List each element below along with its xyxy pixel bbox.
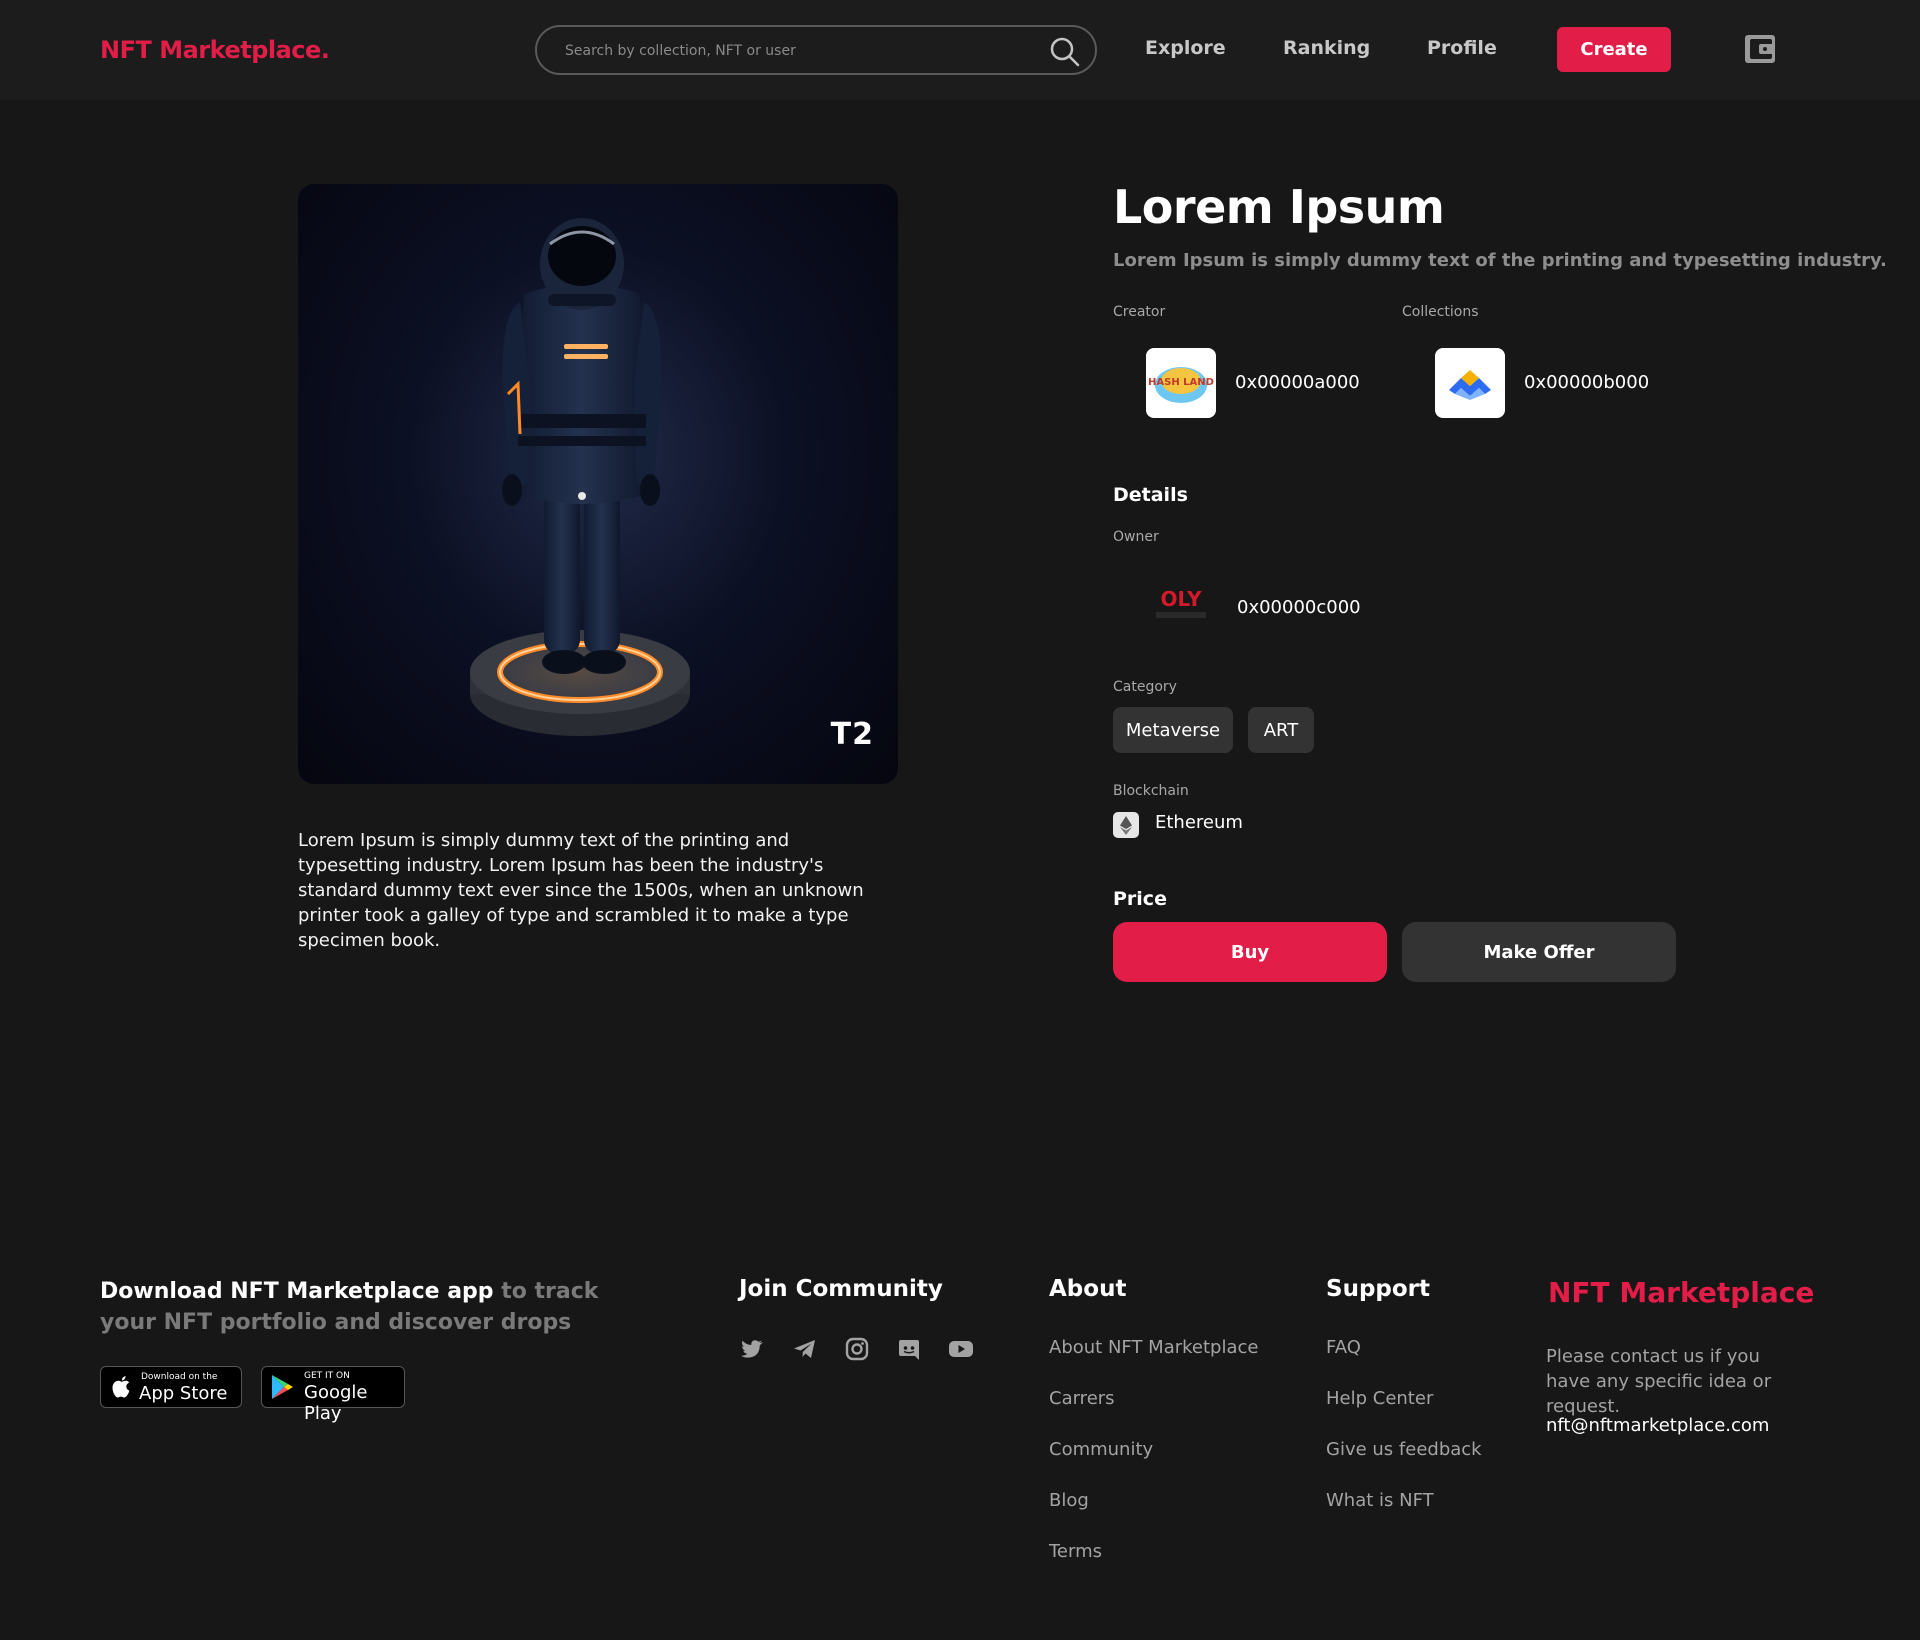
footer-link-about[interactable]: About NFT Marketplace [1049, 1337, 1258, 1358]
owner-address[interactable]: 0x00000c000 [1237, 597, 1361, 618]
site-logo[interactable]: NFT Marketplace. [100, 36, 330, 64]
footer-link-faq[interactable]: FAQ [1326, 1337, 1361, 1358]
footer-app-title: Download NFT Marketplace app [100, 1279, 494, 1304]
app-store-badge[interactable]: Download on the App Store [100, 1366, 242, 1408]
item-subtitle: Lorem Ipsum is simply dummy text of the … [1113, 250, 1887, 271]
community-heading: Join Community [739, 1276, 943, 1302]
discord-icon[interactable] [896, 1336, 922, 1362]
apple-icon [112, 1376, 130, 1398]
search-bar[interactable] [535, 25, 1097, 75]
category-label: Category [1113, 679, 1177, 695]
footer-link-what-is-nft[interactable]: What is NFT [1326, 1490, 1434, 1511]
search-input[interactable] [565, 39, 1025, 63]
search-icon[interactable] [1049, 36, 1081, 68]
owner-label: Owner [1113, 529, 1159, 545]
footer-email-link[interactable]: nft@nftmarketplace.com [1546, 1415, 1769, 1436]
google-play-icon [272, 1375, 293, 1399]
artwork-tag: T2 [830, 717, 874, 752]
collections-label: Collections [1402, 304, 1479, 320]
footer-link-blog[interactable]: Blog [1049, 1490, 1089, 1511]
category-chip-metaverse[interactable]: Metaverse [1113, 707, 1233, 753]
nft-artwork[interactable]: T2 [298, 184, 898, 784]
buy-button[interactable]: Buy [1113, 922, 1387, 982]
footer-link-feedback[interactable]: Give us feedback [1326, 1439, 1482, 1460]
footer-link-community[interactable]: Community [1049, 1439, 1153, 1460]
creator-logo-text: HASH LAND [1148, 377, 1214, 388]
owner-logo-text: OLY [1160, 587, 1202, 611]
blockchain-label: Blockchain [1113, 783, 1189, 799]
support-heading: Support [1326, 1276, 1431, 1302]
app-store-big-text: App Store [139, 1383, 228, 1404]
footer-link-terms[interactable]: Terms [1049, 1541, 1102, 1562]
astronaut-illustration [470, 218, 690, 736]
owner-avatar[interactable]: OLY [1146, 572, 1216, 642]
collection-avatar[interactable] [1435, 348, 1505, 418]
creator-address[interactable]: 0x00000a000 [1235, 372, 1360, 393]
ethereum-icon [1113, 812, 1139, 838]
youtube-icon[interactable] [948, 1336, 974, 1362]
footer-app-promo: Download NFT Marketplace app to track yo… [100, 1276, 660, 1338]
twitter-icon[interactable] [739, 1336, 765, 1362]
collection-logo-icon [1449, 370, 1491, 400]
google-play-badge[interactable]: GET IT ON Google Play [261, 1366, 405, 1424]
nav-profile[interactable]: Profile [1427, 37, 1497, 59]
nav-ranking[interactable]: Ranking [1283, 37, 1370, 59]
app-store-small-text: Download on the [141, 1372, 218, 1382]
about-heading: About [1049, 1276, 1127, 1302]
make-offer-button[interactable]: Make Offer [1402, 922, 1676, 982]
footer-link-careers[interactable]: Carrers [1049, 1388, 1115, 1409]
instagram-icon[interactable] [844, 1336, 870, 1362]
category-chip-art[interactable]: ART [1248, 707, 1314, 753]
details-heading: Details [1113, 484, 1188, 506]
wallet-icon[interactable] [1744, 34, 1776, 64]
top-nav-bar: NFT Marketplace. Explore Ranking Profile… [0, 0, 1920, 100]
nav-explore[interactable]: Explore [1145, 37, 1226, 59]
create-button[interactable]: Create [1557, 27, 1671, 72]
creator-avatar[interactable]: HASH LAND [1146, 348, 1216, 418]
item-title: Lorem Ipsum [1113, 180, 1445, 234]
telegram-icon[interactable] [792, 1336, 818, 1362]
item-description: Lorem Ipsum is simply dummy text of the … [298, 830, 864, 951]
creator-label: Creator [1113, 304, 1166, 320]
blockchain-name: Ethereum [1155, 812, 1243, 833]
google-play-small-text: GET IT ON [304, 1371, 350, 1381]
owner-logo-icon: OLY [1156, 587, 1206, 618]
footer-brand: NFT Marketplace [1548, 1276, 1815, 1309]
footer-link-help-center[interactable]: Help Center [1326, 1388, 1433, 1409]
collection-address[interactable]: 0x00000b000 [1524, 372, 1649, 393]
footer-contact-text: Please contact us if you have any specif… [1546, 1346, 1772, 1417]
google-play-big-text: Google Play [304, 1382, 368, 1424]
creator-logo-icon: HASH LAND [1148, 367, 1214, 403]
price-heading: Price [1113, 888, 1167, 910]
